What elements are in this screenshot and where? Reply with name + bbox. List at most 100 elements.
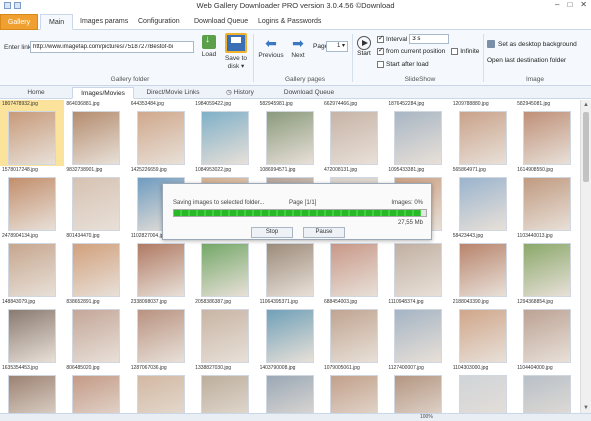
image-thumbnail-cell[interactable]: 582945981.jpg <box>258 100 322 166</box>
image-thumbnail-cell[interactable]: 1635354453.jpg <box>0 364 64 413</box>
image-thumbnail[interactable] <box>136 375 185 413</box>
image-thumbnail[interactable] <box>265 375 314 413</box>
slideshow-start-button[interactable]: Start <box>356 36 372 57</box>
image-thumbnail[interactable] <box>201 243 250 297</box>
image-thumbnail[interactable] <box>201 375 250 413</box>
tab-configuration[interactable]: Configuration <box>130 14 188 30</box>
image-thumbnail-cell[interactable]: 1104404000.jpg <box>515 364 579 413</box>
image-thumbnail-cell[interactable]: 1287067036.jpg <box>129 364 193 413</box>
tab-download-queue[interactable]: Download Queue <box>186 14 256 30</box>
image-thumbnail[interactable] <box>72 243 121 297</box>
subtab-images-movies[interactable]: Images/Movies <box>72 87 134 99</box>
subtab-history[interactable]: ◷ History <box>220 87 260 99</box>
save-to-disk-button[interactable]: Save to disk ▾ <box>222 33 250 70</box>
image-thumbnail[interactable] <box>8 309 56 363</box>
image-thumbnail-cell[interactable]: 806485020.jpg <box>64 364 128 413</box>
interval-checkbox[interactable] <box>377 34 384 43</box>
image-thumbnail-cell[interactable]: 1807478932.jpg <box>0 100 65 166</box>
image-thumbnail[interactable] <box>458 375 507 413</box>
image-thumbnail-cell[interactable]: 1104454338.jpg <box>386 232 450 298</box>
tab-images-params[interactable]: Images params <box>72 14 136 30</box>
image-thumbnail[interactable] <box>72 309 121 363</box>
image-thumbnail[interactable] <box>201 309 250 363</box>
image-thumbnail-cell[interactable]: 9832738901.jpg <box>64 166 128 232</box>
from-current-checkbox[interactable] <box>377 46 384 55</box>
image-thumbnail-cell[interactable]: 1984059422.jpg <box>193 100 257 166</box>
open-last-folder-button[interactable]: Open last destination folder <box>487 57 566 64</box>
image-thumbnail[interactable] <box>458 243 507 297</box>
image-thumbnail-cell[interactable]: 1103455108.jpg <box>193 232 257 298</box>
image-thumbnail[interactable] <box>136 309 185 363</box>
page-select[interactable]: 1 ▾ <box>326 41 348 52</box>
set-desktop-background-button[interactable]: Set as desktop background <box>487 40 577 48</box>
image-thumbnail-cell[interactable]: 2058386387.jpg <box>193 298 257 364</box>
image-thumbnail[interactable] <box>8 375 56 413</box>
image-thumbnail-cell[interactable]: 1294368854.jpg <box>515 298 579 364</box>
image-thumbnail-cell[interactable]: 2478904134.jpg <box>0 232 64 298</box>
maximize-button[interactable]: □ <box>567 0 572 9</box>
image-thumbnail[interactable] <box>458 177 507 231</box>
image-thumbnail[interactable] <box>394 243 443 297</box>
image-thumbnail[interactable] <box>8 177 56 231</box>
tab-logins[interactable]: Logins & Passwords <box>250 14 329 30</box>
image-thumbnail[interactable] <box>394 375 443 413</box>
image-thumbnail[interactable] <box>265 309 314 363</box>
image-thumbnail[interactable] <box>329 111 378 165</box>
image-thumbnail-cell[interactable]: 2188043390.jpg <box>451 298 515 364</box>
image-thumbnail[interactable] <box>201 111 250 165</box>
image-thumbnail-cell[interactable]: 2338098037.jpg <box>129 298 193 364</box>
image-thumbnail[interactable] <box>458 111 507 165</box>
image-thumbnail[interactable] <box>523 309 572 363</box>
tab-gallery[interactable]: Gallery <box>0 14 38 30</box>
image-thumbnail[interactable] <box>329 243 378 297</box>
image-thumbnail[interactable] <box>8 111 56 165</box>
image-thumbnail-cell[interactable]: 1403790008.jpg <box>258 364 322 413</box>
image-thumbnail-cell[interactable]: 644353484.jpg <box>129 100 193 166</box>
image-thumbnail-cell[interactable]: 148843079.jpg <box>0 298 64 364</box>
image-thumbnail[interactable] <box>72 177 121 231</box>
image-thumbnail[interactable] <box>523 375 572 413</box>
load-button[interactable]: Load <box>199 34 219 58</box>
image-thumbnail-cell[interactable]: 1079005061.jpg <box>322 364 386 413</box>
image-thumbnail-cell[interactable]: 1102827004.jpg <box>129 232 193 298</box>
image-thumbnail-cell[interactable]: 838652891.jpg <box>64 298 128 364</box>
image-thumbnail-cell[interactable]: 801434470.jpg <box>64 232 128 298</box>
image-thumbnail-cell[interactable]: 662974466.jpg <box>322 100 386 166</box>
stop-button[interactable]: Stop <box>251 227 293 238</box>
image-thumbnail[interactable] <box>523 177 572 231</box>
image-thumbnail-cell[interactable]: 1086254491.jpg <box>322 232 386 298</box>
next-page-button[interactable]: ➡ Next <box>287 36 309 59</box>
image-thumbnail[interactable] <box>136 243 185 297</box>
image-thumbnail-cell[interactable]: 1578017248.jpg <box>0 166 64 232</box>
image-thumbnail-cell[interactable]: 2401043394.jpg <box>258 232 322 298</box>
scroll-up-icon[interactable]: ▲ <box>583 102 589 108</box>
interval-input[interactable] <box>409 34 450 44</box>
image-thumbnail[interactable] <box>72 375 121 413</box>
scrollbar-thumb[interactable] <box>583 112 589 182</box>
pause-button[interactable]: Pause <box>303 227 345 238</box>
image-thumbnail-cell[interactable]: 1614908550.jpg <box>515 166 579 232</box>
image-thumbnail-cell[interactable]: 11064395371.jpg <box>258 298 322 364</box>
image-thumbnail-cell[interactable]: 1103440013.jpg <box>515 232 579 298</box>
image-thumbnail-cell[interactable]: 1338827030.jpg <box>193 364 257 413</box>
image-thumbnail-cell[interactable]: 565864971.jpg <box>451 166 515 232</box>
image-thumbnail-cell[interactable]: 58423443.jpg <box>451 232 515 298</box>
link-input[interactable] <box>30 41 194 53</box>
image-thumbnail-cell[interactable]: 1876452284.jpg <box>386 100 450 166</box>
previous-page-button[interactable]: ⬅ Previous <box>257 36 285 59</box>
infinite-checkbox[interactable] <box>451 48 459 55</box>
tab-main[interactable]: Main <box>40 14 74 30</box>
image-thumbnail[interactable] <box>8 243 56 297</box>
image-thumbnail[interactable] <box>265 111 314 165</box>
image-thumbnail-cell[interactable]: 864036881.jpg <box>64 100 128 166</box>
image-thumbnail-cell[interactable]: 582945081.jpg <box>515 100 579 166</box>
image-thumbnail[interactable] <box>394 111 443 165</box>
subtab-home[interactable]: Home <box>16 87 56 99</box>
scroll-down-icon[interactable]: ▼ <box>583 405 589 411</box>
image-thumbnail-cell[interactable]: 1110948374.jpg <box>386 298 450 364</box>
image-thumbnail-cell[interactable]: 1104303000.jpg <box>451 364 515 413</box>
image-thumbnail[interactable] <box>136 111 185 165</box>
image-thumbnail-cell[interactable]: 1209788880.jpg <box>451 100 515 166</box>
image-thumbnail[interactable] <box>458 309 507 363</box>
image-thumbnail[interactable] <box>329 309 378 363</box>
